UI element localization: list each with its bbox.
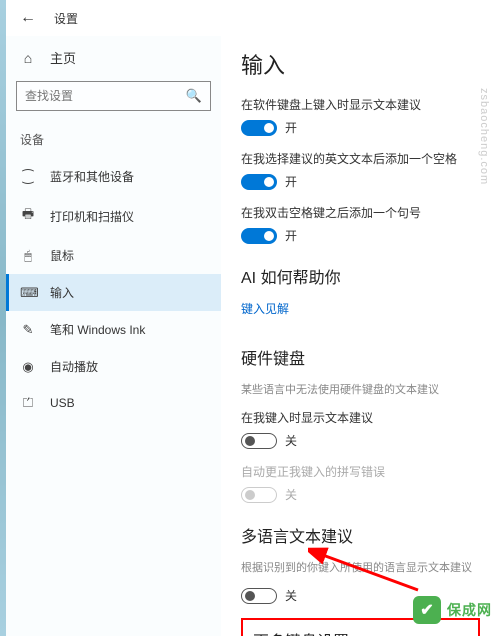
settings-window: ← 设置 ⌂ 主页 🔍 设备 ⁐ 蓝牙和其他设备 🖶 打印机和扫描仪 🖱	[6, 0, 500, 636]
search-box[interactable]: 🔍	[16, 81, 211, 111]
sidebar-item-label: 笔和 Windows Ink	[50, 321, 145, 338]
ai-section-heading: AI 如何帮助你	[241, 264, 480, 288]
sidebar-item-label: 打印机和扫描仪	[50, 208, 134, 225]
toggle-group: 开	[241, 227, 480, 244]
sidebar-item-label: USB	[50, 396, 75, 410]
keyboard-icon: ⌨	[20, 285, 36, 301]
toggle-switch[interactable]	[241, 588, 277, 604]
sidebar-item-mouse[interactable]: 🖱 鼠标	[6, 237, 221, 274]
sidebar-item-label: 鼠标	[50, 247, 74, 264]
usb-icon: ⏍	[20, 395, 36, 411]
toggle-text: 开	[285, 227, 297, 244]
sidebar-item-bluetooth[interactable]: ⁐ 蓝牙和其他设备	[6, 158, 221, 195]
home-label: 主页	[50, 48, 76, 67]
setting-row: 在软件键盘上键入时显示文本建议 开	[241, 96, 480, 136]
watermark-logo: ✔ 保成网	[413, 596, 492, 624]
bluetooth-icon: ⁐	[20, 169, 36, 185]
sidebar-item-label: 自动播放	[50, 358, 98, 375]
toggle-switch[interactable]	[241, 120, 277, 136]
window-header: ← 设置	[6, 0, 500, 36]
toggle-switch[interactable]	[241, 228, 277, 244]
sidebar-item-pen[interactable]: ✎ 笔和 Windows Ink	[6, 311, 221, 348]
typing-insights-link[interactable]: 键入见解	[241, 300, 289, 317]
logo-badge-icon: ✔	[413, 596, 441, 624]
setting-row: 自动更正我键入的拼写错误 关	[241, 463, 480, 503]
sidebar-item-printers[interactable]: 🖶 打印机和扫描仪	[6, 195, 221, 237]
header-title: 设置	[54, 10, 78, 27]
sidebar-section-label: 设备	[6, 125, 221, 158]
toggle-text: 开	[285, 173, 297, 190]
toggle-group: 关	[241, 486, 480, 503]
sidebar: ⌂ 主页 🔍 设备 ⁐ 蓝牙和其他设备 🖶 打印机和扫描仪 🖱 鼠标 ⌨	[6, 36, 221, 636]
hw-subtext: 某些语言中无法使用硬件键盘的文本建议	[241, 381, 480, 397]
sidebar-home[interactable]: ⌂ 主页	[6, 40, 221, 75]
toggle-switch[interactable]	[241, 174, 277, 190]
sidebar-item-typing[interactable]: ⌨ 输入	[6, 274, 221, 311]
search-input[interactable]	[25, 89, 186, 103]
setting-label: 在我键入时显示文本建议	[241, 409, 480, 426]
toggle-group: 关	[241, 432, 480, 449]
setting-row: 在我选择建议的英文文本后添加一个空格 开	[241, 150, 480, 190]
setting-row: 在我键入时显示文本建议 关	[241, 409, 480, 449]
mouse-icon: 🖱	[20, 248, 36, 264]
setting-label: 在我选择建议的英文文本后添加一个空格	[241, 150, 480, 167]
hw-section-heading: 硬件键盘	[241, 345, 480, 369]
sidebar-item-label: 输入	[50, 284, 74, 301]
setting-label: 自动更正我键入的拼写错误	[241, 463, 480, 480]
sidebar-item-autoplay[interactable]: ◉ 自动播放	[6, 348, 221, 385]
search-icon: 🔍	[186, 88, 202, 104]
content-wrap: ⌂ 主页 🔍 设备 ⁐ 蓝牙和其他设备 🖶 打印机和扫描仪 🖱 鼠标 ⌨	[6, 36, 500, 636]
printer-icon: 🖶	[20, 205, 36, 227]
toggle-text: 关	[285, 486, 297, 503]
multilang-subtext: 根据识别到的你键入所使用的语言显示文本建议	[241, 559, 480, 575]
setting-label: 在我双击空格键之后添加一个句号	[241, 204, 480, 221]
back-button[interactable]: ←	[18, 9, 38, 27]
sidebar-item-label: 蓝牙和其他设备	[50, 168, 134, 185]
toggle-text: 关	[285, 587, 297, 604]
toggle-text: 关	[285, 432, 297, 449]
home-icon: ⌂	[20, 50, 36, 66]
toggle-group: 开	[241, 119, 480, 136]
more-kb-section-heading: 更多键盘设置	[253, 628, 468, 636]
toggle-group: 开	[241, 173, 480, 190]
sidebar-item-usb[interactable]: ⏍ USB	[6, 385, 221, 421]
logo-brand-text: 保成网	[447, 600, 492, 620]
setting-label: 在软件键盘上键入时显示文本建议	[241, 96, 480, 113]
page-title: 输入	[241, 48, 480, 80]
autoplay-icon: ◉	[20, 359, 36, 375]
toggle-text: 开	[285, 119, 297, 136]
multilang-section-heading: 多语言文本建议	[241, 523, 480, 547]
setting-row: 在我双击空格键之后添加一个句号 开	[241, 204, 480, 244]
pen-icon: ✎	[20, 322, 36, 338]
toggle-switch[interactable]	[241, 433, 277, 449]
main-content: 输入 在软件键盘上键入时显示文本建议 开 在我选择建议的英文文本后添加一个空格 …	[221, 36, 500, 636]
toggle-switch-disabled	[241, 487, 277, 503]
